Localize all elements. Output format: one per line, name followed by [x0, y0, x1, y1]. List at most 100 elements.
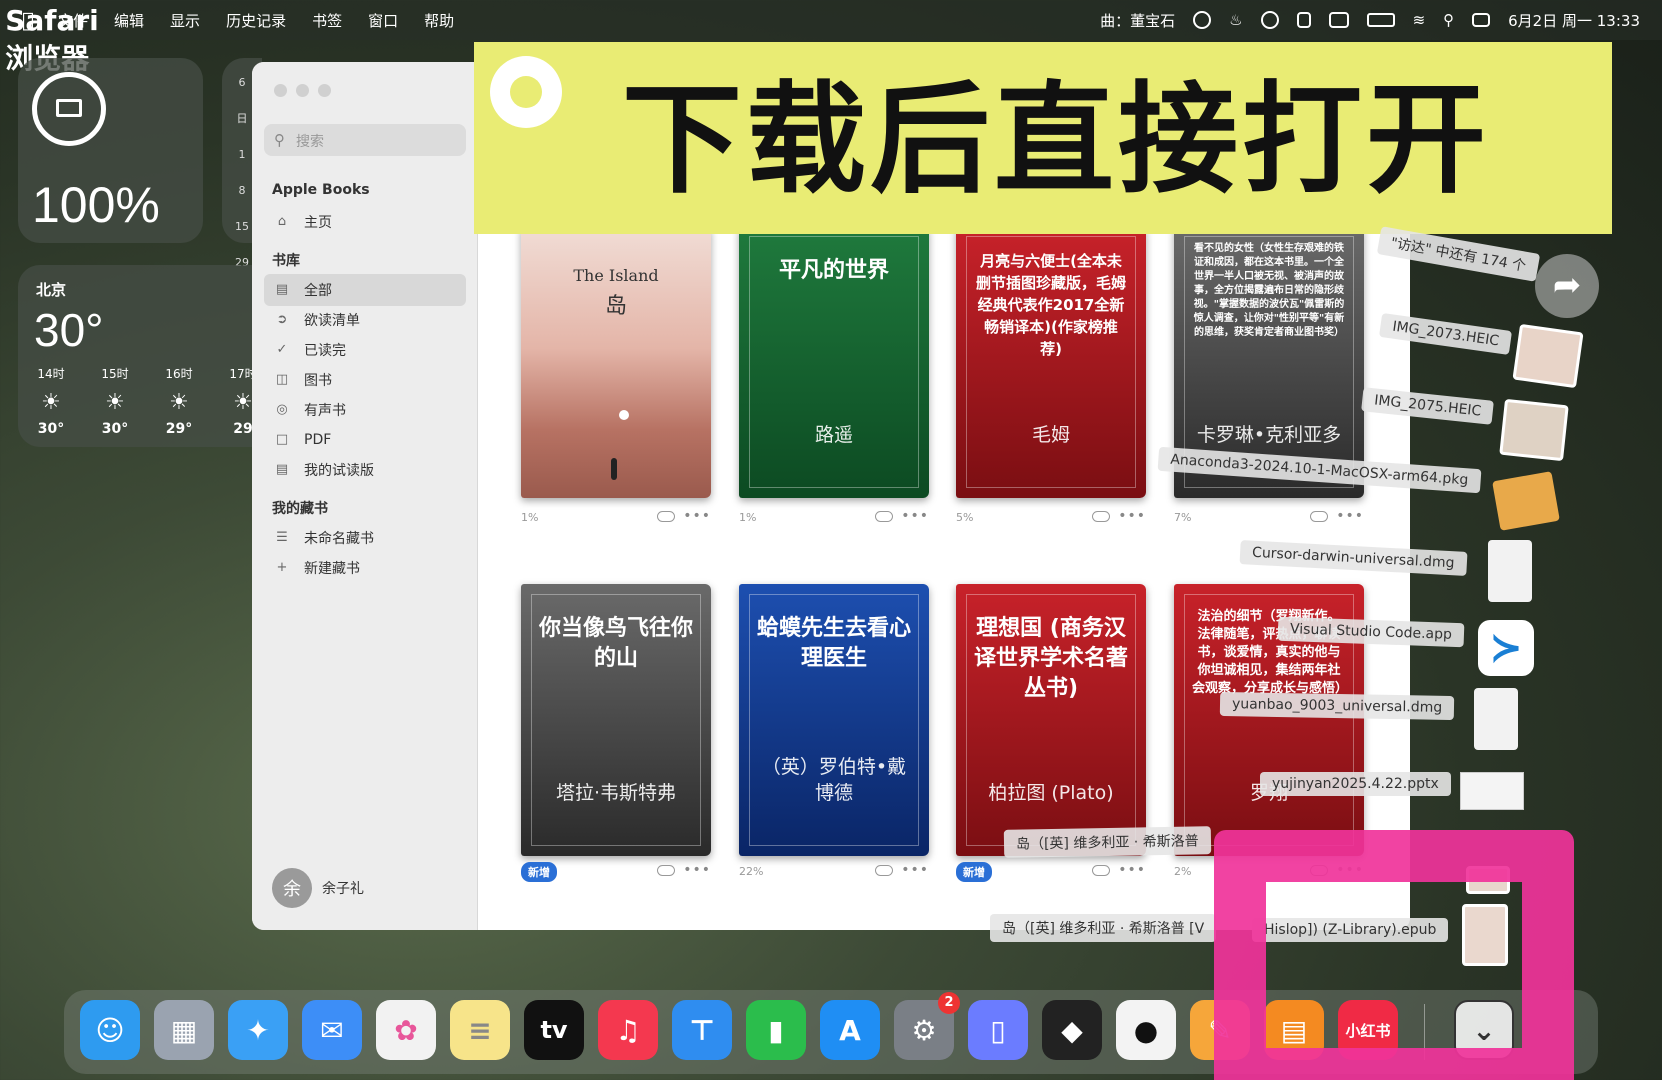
battery-icon[interactable] [1366, 13, 1395, 27]
sidebar-item-audiobooks[interactable]: ◎ 有声书 [264, 394, 466, 426]
dock-app-notes[interactable]: ≡ [450, 1000, 510, 1060]
dock-app-qq[interactable]: ● [1116, 1000, 1176, 1060]
dock-app-music[interactable]: ♫ [598, 1000, 658, 1060]
laptop-icon [32, 72, 106, 146]
book-cover[interactable]: 月亮与六便士(全本未删节插图珍藏版，毛姆经典代表作2017全新畅销译本)(作家榜… [956, 226, 1146, 498]
user-account[interactable]: 余 余子礼 [272, 868, 364, 908]
share-arrow-icon[interactable]: ➦ [1535, 254, 1599, 318]
package-icon[interactable] [1492, 471, 1560, 531]
book-cover[interactable]: The Island 岛 [521, 226, 711, 498]
more-icon[interactable]: ••• [1118, 508, 1146, 524]
photos-icon: ✿ [394, 1013, 418, 1047]
vscode-icon[interactable]: ≻ [1478, 620, 1534, 676]
book-cover[interactable]: 平凡的世界 路遥 [739, 226, 929, 498]
sidebar-item-want-to-read[interactable]: ➲ 欲读清单 [264, 304, 466, 336]
dock-app-tv[interactable]: tv [524, 1000, 584, 1060]
more-icon[interactable]: ••• [901, 862, 929, 878]
globe-icon[interactable] [1193, 11, 1212, 29]
book-cover[interactable]: 理想国 (商务汉译世界学术名著丛书) 柏拉图 (Plato) [956, 584, 1146, 856]
book-icon: ◫ [275, 372, 289, 387]
dmg-file-icon[interactable] [1474, 688, 1518, 750]
book-meta: 22% ••• [739, 862, 929, 878]
book-title: 月亮与六便士(全本未删节插图珍藏版，毛姆经典代表作2017全新畅销译本)(作家榜… [975, 252, 1126, 358]
sidebar-item-home[interactable]: ⌂ 主页 [264, 206, 466, 238]
sidebar-item-untitled-collection[interactable]: ☰ 未命名藏书 [264, 522, 466, 554]
more-icon[interactable]: ••• [1118, 862, 1146, 878]
sidebar-item-pdf[interactable]: □ PDF [264, 424, 466, 456]
menu-help[interactable]: 帮助 [424, 10, 454, 31]
dock-app-keynote[interactable]: ⊤ [672, 1000, 732, 1060]
sun-icon: ☀ [41, 390, 61, 415]
pptx-thumbnail[interactable] [1460, 772, 1524, 810]
more-icon[interactable]: ••• [683, 508, 711, 524]
menu-view[interactable]: 显示 [170, 10, 200, 31]
image-thumbnail[interactable] [1499, 398, 1569, 462]
dock-app-launchpad[interactable]: ▦ [154, 1000, 214, 1060]
image-thumbnail[interactable] [1512, 323, 1584, 389]
wifi-icon[interactable]: ≋ [1413, 11, 1426, 29]
penguin-icon: ● [1133, 1013, 1159, 1047]
play-icon[interactable] [1260, 11, 1279, 29]
menu-edit[interactable]: 编辑 [114, 10, 144, 31]
headphones-icon: ◎ [276, 402, 288, 417]
cloud-icon[interactable] [875, 511, 893, 522]
dock-app-photos[interactable]: ✿ [376, 1000, 436, 1060]
dock-app-iphone-mirroring[interactable]: ▯ [968, 1000, 1028, 1060]
more-icon[interactable]: ••• [1336, 508, 1364, 524]
date-time[interactable]: 6月2日 周一 13:33 [1508, 10, 1640, 31]
search-icon[interactable]: ⚲ [1443, 11, 1454, 29]
book-title: 你当像鸟飞往你的山 [539, 616, 694, 671]
cloud-icon[interactable] [875, 865, 893, 876]
cloud-icon[interactable] [657, 511, 675, 522]
menu-window[interactable]: 窗口 [368, 10, 398, 31]
control-center-icon[interactable] [1472, 13, 1491, 27]
dock-app-safari[interactable]: ✦ [228, 1000, 288, 1060]
bell-icon[interactable]: ♨ [1229, 11, 1242, 29]
launchpad-icon: ▦ [170, 1013, 198, 1047]
dock-app-numbers[interactable]: ▮ [746, 1000, 806, 1060]
sidebar-item-finished[interactable]: ✓ 已读完 [264, 334, 466, 366]
book-title: 蛤蟆先生去看心理医生 [757, 616, 912, 671]
search-input[interactable]: ⚲ 搜索 [264, 124, 466, 156]
sidebar-item-samples[interactable]: ▤ 我的试读版 [264, 454, 466, 486]
sidebar-item-books[interactable]: ◫ 图书 [264, 364, 466, 396]
cloud-icon[interactable] [1310, 511, 1328, 522]
dock-app-app-store[interactable]: A [820, 1000, 880, 1060]
stack-file[interactable]: yujinyan2025.4.22.pptx [1260, 772, 1451, 796]
input-method-icon[interactable] [1328, 12, 1349, 28]
dock-app-system-settings[interactable]: ⚙ 2 [894, 992, 960, 1060]
book-title: 平凡的世界 [778, 258, 889, 283]
minimize-button[interactable] [296, 84, 309, 97]
menu-history[interactable]: 历史记录 [226, 10, 286, 31]
book-title: 理想国 (商务汉译世界学术名著丛书) [974, 616, 1129, 701]
section-library: 书库 [272, 253, 300, 269]
more-icon[interactable]: ••• [683, 862, 711, 878]
zoom-button[interactable] [318, 84, 331, 97]
cloud-icon[interactable] [657, 865, 675, 876]
stack-file[interactable]: 岛（[英] 维多利亚 · 希斯洛普 [V [990, 914, 1217, 942]
weather-city: 北京 [36, 281, 67, 299]
menu-bookmarks[interactable]: 书签 [312, 10, 342, 31]
stack-file[interactable]: yuanbao_9003_universal.dmg [1219, 691, 1455, 721]
dock-app-finder[interactable]: ☺ [80, 1000, 140, 1060]
weather-widget[interactable]: 北京 30° 14时 ☀ 30° 15时 ☀ 30° 16时 ☀ 29° 17时 ☀ 29 [18, 265, 262, 447]
more-icon[interactable]: ••• [901, 508, 929, 524]
sidebar-item-new-collection[interactable]: + 新建藏书 [264, 552, 466, 584]
stack-file[interactable]: 岛（[英] 维多利亚 · 希斯洛普 [1003, 826, 1211, 858]
book-cover[interactable]: 蛤蟆先生去看心理医生 （英）罗伯特•戴博德 [739, 584, 929, 856]
figure-shape [611, 458, 617, 480]
battery-percent: 100% [32, 177, 160, 233]
sun-icon: ☀ [169, 390, 189, 415]
dmg-file-icon[interactable] [1488, 540, 1532, 602]
book-meta: 5% ••• [956, 508, 1146, 524]
id-card-icon[interactable] [1296, 12, 1311, 28]
cloud-icon[interactable] [1092, 511, 1110, 522]
dock-app-mail[interactable]: ✉ [302, 1000, 362, 1060]
cloud-icon[interactable] [1092, 865, 1110, 876]
book-cover[interactable]: 你当像鸟飞往你的山 塔拉·韦斯特弗 [521, 584, 711, 856]
battery-widget[interactable]: 100% [18, 58, 203, 243]
now-playing[interactable]: 曲：董宝石 [1100, 10, 1175, 31]
sidebar-item-all[interactable]: ▤ 全部 [264, 274, 466, 306]
dock-app-cube[interactable]: ◆ [1042, 1000, 1102, 1060]
close-button[interactable] [274, 84, 287, 97]
